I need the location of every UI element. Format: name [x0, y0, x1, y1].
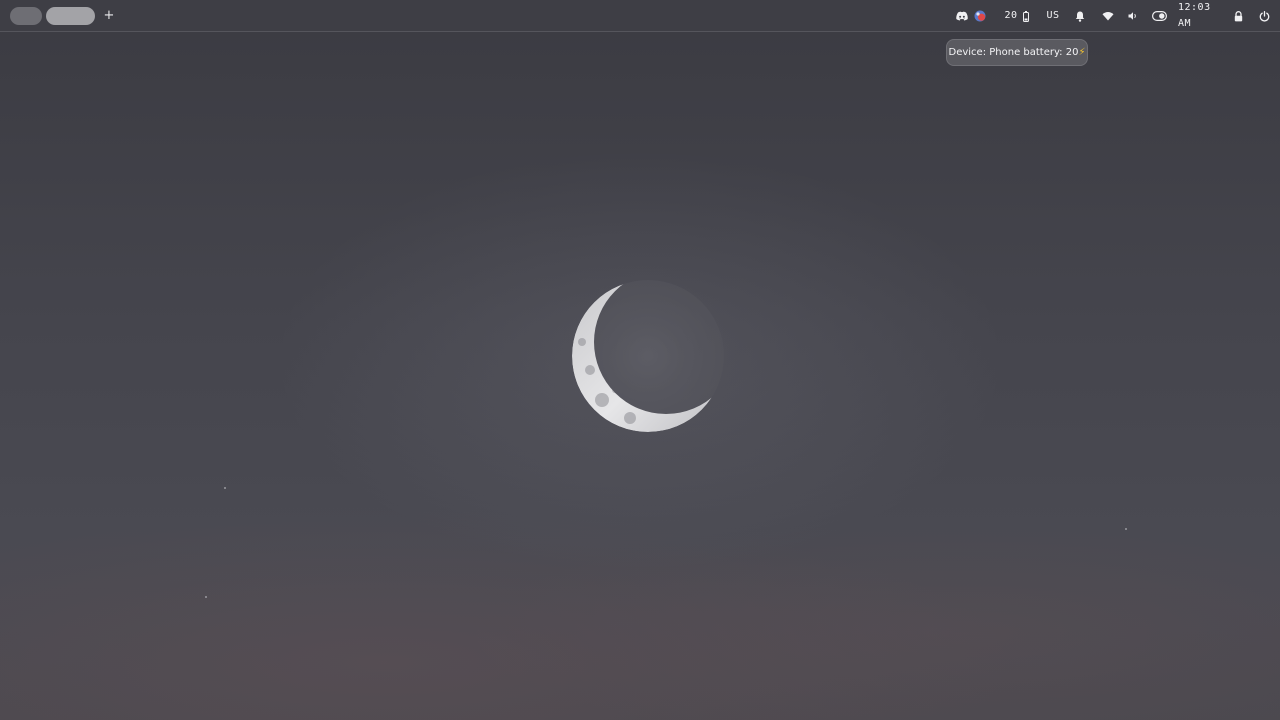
lock-icon[interactable] [1232, 8, 1244, 24]
star [224, 487, 226, 489]
toggle-icon[interactable] [1151, 8, 1167, 24]
keyboard-layout-label: US [1046, 10, 1060, 21]
clock[interactable]: 12:03 AM [1178, 2, 1222, 29]
bell-icon[interactable] [1073, 8, 1087, 24]
phone-battery-value: 20 [1004, 10, 1018, 21]
wifi-icon[interactable] [1100, 8, 1116, 24]
charging-bolt-icon: ⚡ [1078, 47, 1086, 58]
clock-label: 12:03 AM [1178, 2, 1211, 29]
tooltip-text: Device: Phone battery: 20 [948, 47, 1079, 58]
star [205, 596, 207, 598]
keyboard-layout-indicator[interactable]: US [1044, 8, 1062, 24]
workspace-1-button[interactable] [10, 7, 42, 25]
app-indicator-icon[interactable] [973, 8, 987, 24]
workspace-2-button-active[interactable] [46, 7, 95, 25]
phone-battery-indicator[interactable]: 20 [1002, 8, 1032, 24]
top-panel: + 20 US 12:03 AM [0, 0, 1280, 32]
volume-icon[interactable] [1126, 8, 1140, 24]
discord-icon[interactable] [955, 8, 969, 24]
phone-battery-icon [1022, 10, 1029, 22]
wallpaper-moon [560, 270, 738, 446]
add-workspace-button[interactable]: + [103, 7, 115, 25]
desktop: + 20 US 12:03 AM Device: Phone battery: … [0, 0, 1280, 720]
battery-tooltip: Device: Phone battery: 20⚡ [946, 39, 1088, 66]
star [1125, 528, 1127, 530]
power-icon[interactable] [1257, 8, 1271, 24]
